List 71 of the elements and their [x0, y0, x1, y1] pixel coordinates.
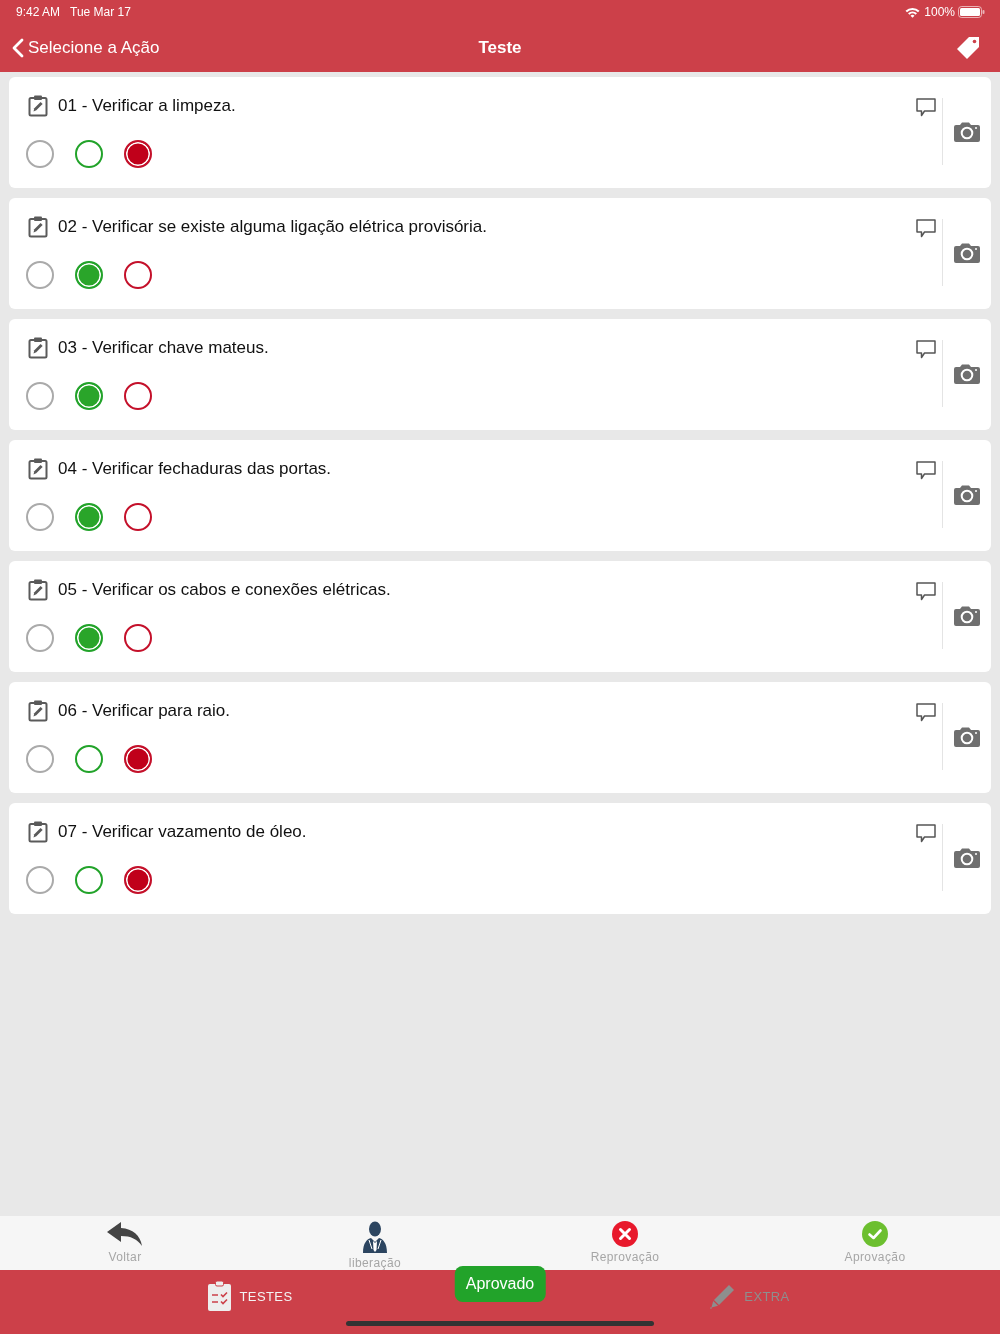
toolbar-button[interactable]: Aprovação — [844, 1216, 906, 1270]
item-label: 07 - Verificar vazamento de óleo. — [58, 822, 307, 842]
radio-button[interactable] — [26, 140, 54, 168]
comment-icon[interactable] — [916, 98, 936, 117]
toolbar-button[interactable]: liberação — [348, 1216, 402, 1270]
nav-title: Teste — [478, 38, 522, 58]
radio-button[interactable] — [75, 503, 103, 531]
item-label: 04 - Verificar fechaduras das portas. — [58, 459, 332, 479]
item-label: 03 - Verificar chave mateus. — [58, 338, 269, 358]
status-badge: Aprovado — [454, 1266, 546, 1302]
radio-button[interactable] — [26, 866, 54, 894]
item-label: 05 - Verificar os cabos e conexões elétricas. — [58, 580, 391, 600]
radio-button[interactable] — [124, 745, 152, 773]
camera-icon[interactable] — [954, 120, 980, 142]
checklist-icon — [207, 1281, 231, 1311]
radio-button[interactable] — [124, 140, 152, 168]
radio-button[interactable] — [124, 866, 152, 894]
status-date: Tue Mar 17 — [70, 5, 131, 19]
item-label: 01 - Verificar a limpeza. — [58, 96, 236, 116]
comment-icon[interactable] — [916, 824, 936, 843]
radio-button[interactable] — [75, 140, 103, 168]
radio-button[interactable] — [75, 866, 103, 894]
clipboard-icon — [28, 458, 48, 480]
radio-button[interactable] — [124, 503, 152, 531]
tag-icon[interactable] — [956, 36, 980, 60]
radio-button[interactable] — [26, 503, 54, 531]
toolbar-button[interactable]: Reprovação — [590, 1216, 660, 1270]
check-circle-icon — [862, 1221, 888, 1247]
reply-arrow-icon — [106, 1221, 144, 1247]
radio-button[interactable] — [75, 745, 103, 773]
clipboard-icon — [28, 700, 48, 722]
camera-icon[interactable] — [954, 846, 980, 868]
person-icon — [361, 1221, 389, 1253]
radio-button[interactable] — [26, 624, 54, 652]
radio-button[interactable] — [26, 261, 54, 289]
pencil-icon — [710, 1283, 736, 1309]
camera-icon[interactable] — [954, 241, 980, 263]
radio-button[interactable] — [124, 382, 152, 410]
radio-button[interactable] — [124, 624, 152, 652]
battery-icon — [958, 6, 985, 18]
tab[interactable]: EXTRA — [704, 1276, 796, 1316]
radio-button[interactable] — [124, 261, 152, 289]
toolbar-button[interactable]: Voltar — [106, 1216, 144, 1270]
comment-icon[interactable] — [916, 461, 936, 480]
clipboard-icon — [28, 337, 48, 359]
back-link[interactable]: Selecione a Ação — [12, 36, 160, 60]
wifi-icon — [905, 6, 921, 18]
radio-button[interactable] — [26, 745, 54, 773]
comment-icon[interactable] — [916, 340, 936, 359]
back-chevron-icon — [12, 38, 24, 58]
status-time: 9:42 AM — [16, 5, 61, 19]
camera-icon[interactable] — [954, 483, 980, 505]
clipboard-icon — [28, 821, 48, 843]
radio-button[interactable] — [75, 624, 103, 652]
comment-icon[interactable] — [916, 703, 936, 722]
camera-icon[interactable] — [954, 604, 980, 626]
clipboard-icon — [28, 216, 48, 238]
battery-percent: 100% — [924, 5, 955, 19]
close-circle-icon — [612, 1221, 638, 1247]
item-label: 02 - Verificar se existe alguma ligação elétrica provisória. — [58, 217, 487, 237]
tab[interactable]: TESTES — [201, 1276, 299, 1316]
camera-icon[interactable] — [954, 725, 980, 747]
radio-button[interactable] — [26, 382, 54, 410]
radio-button[interactable] — [75, 261, 103, 289]
radio-button[interactable] — [75, 382, 103, 410]
clipboard-icon — [28, 579, 48, 601]
comment-icon[interactable] — [916, 219, 936, 238]
comment-icon[interactable] — [916, 582, 936, 601]
item-label: 06 - Verificar para raio. — [58, 701, 230, 721]
camera-icon[interactable] — [954, 362, 980, 384]
clipboard-icon — [28, 95, 48, 117]
